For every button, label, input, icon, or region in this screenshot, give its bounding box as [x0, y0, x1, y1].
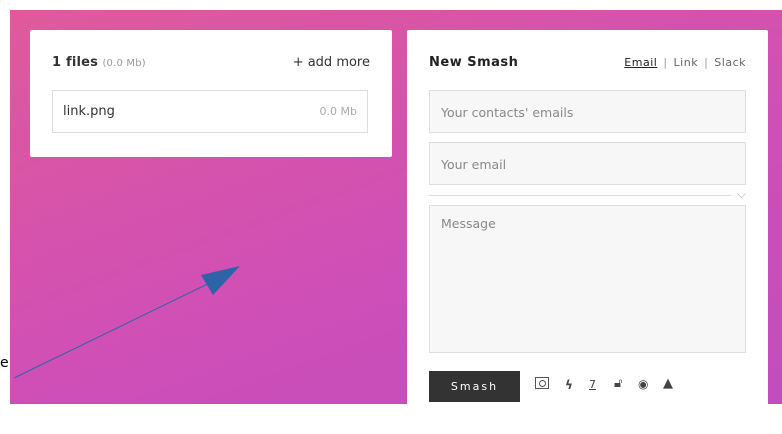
annotation-label: e — [0, 355, 9, 371]
top-margin — [0, 0, 782, 10]
panel-title: New Smash — [429, 55, 519, 70]
tab-separator: | — [704, 56, 709, 69]
smash-panel: New Smash Email | Link | Slack Your contacts… — [407, 30, 768, 434]
message-textarea[interactable]: Message — [429, 205, 746, 353]
eye-icon[interactable]: ◉ — [638, 377, 648, 391]
file-size: 0.0 Mb — [319, 105, 357, 118]
your-email-input[interactable]: Your email — [429, 142, 746, 185]
bell-icon[interactable]: ▲ — [663, 376, 673, 391]
photo-icon[interactable] — [535, 377, 549, 389]
files-total-size: (0.0 Mb) — [102, 58, 146, 69]
tab-link[interactable]: Link — [674, 56, 699, 69]
bolt-icon[interactable]: ϟ — [565, 378, 573, 392]
add-more-button[interactable]: + add more — [293, 55, 370, 70]
file-row[interactable]: link.png 0.0 Mb — [52, 90, 368, 133]
lock-icon[interactable]: 🔓︎ — [614, 376, 622, 391]
options-divider — [429, 195, 731, 196]
tab-email[interactable]: Email — [624, 56, 657, 69]
expiry-days-option[interactable]: 7 — [589, 378, 596, 391]
upload-panel: 1 files (0.0 Mb) + add more link.png 0.0… — [30, 30, 392, 157]
files-summary: 1 files (0.0 Mb) — [52, 55, 146, 70]
tab-separator: | — [663, 56, 668, 69]
smash-button[interactable]: Smash — [429, 371, 520, 402]
chevron-down-icon[interactable]: ⌵ — [737, 187, 746, 202]
files-count: 1 files — [52, 55, 99, 70]
contacts-emails-input[interactable]: Your contacts' emails — [429, 90, 746, 133]
tab-slack[interactable]: Slack — [714, 56, 746, 69]
file-name: link.png — [63, 104, 115, 119]
share-mode-tabs: Email | Link | Slack — [624, 56, 746, 69]
